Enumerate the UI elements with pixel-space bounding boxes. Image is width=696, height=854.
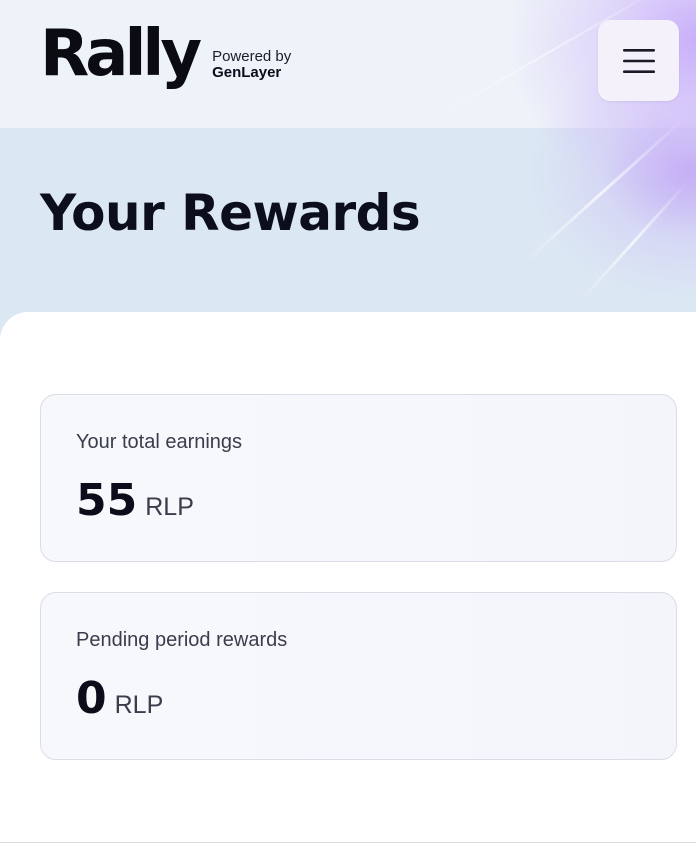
menu-button[interactable] (598, 20, 679, 101)
pending-rewards-value: 0 RLP (76, 673, 163, 725)
total-earnings-card: Your total earnings 55 RLP (40, 394, 677, 562)
pending-rewards-unit: RLP (114, 691, 164, 719)
partner-name: GenLayer (212, 64, 282, 81)
pending-rewards-label: Pending period rewards (76, 629, 288, 651)
decorative-streak (518, 118, 685, 268)
pending-rewards-amount: 0 (76, 673, 107, 724)
total-earnings-unit: RLP (145, 493, 194, 521)
total-earnings-value: 55 RLP (76, 475, 194, 527)
site-header: Rally Powered by GenLayer (0, 0, 696, 128)
powered-by: Powered by GenLayer (212, 49, 291, 81)
rewards-panel: Your total earnings 55 RLP Pending perio… (0, 312, 696, 843)
brand-wordmark: Rally (40, 17, 202, 91)
page-title: Your Rewards (40, 184, 421, 242)
total-earnings-label: Your total earnings (76, 431, 243, 453)
hamburger-menu-icon (622, 48, 655, 73)
pending-rewards-card: Pending period rewards 0 RLP (40, 592, 677, 760)
brand-logo[interactable]: Rally Powered by GenLayer (40, 17, 291, 96)
total-earnings-amount: 55 (76, 475, 138, 526)
powered-by-text: Powered by (212, 48, 292, 65)
